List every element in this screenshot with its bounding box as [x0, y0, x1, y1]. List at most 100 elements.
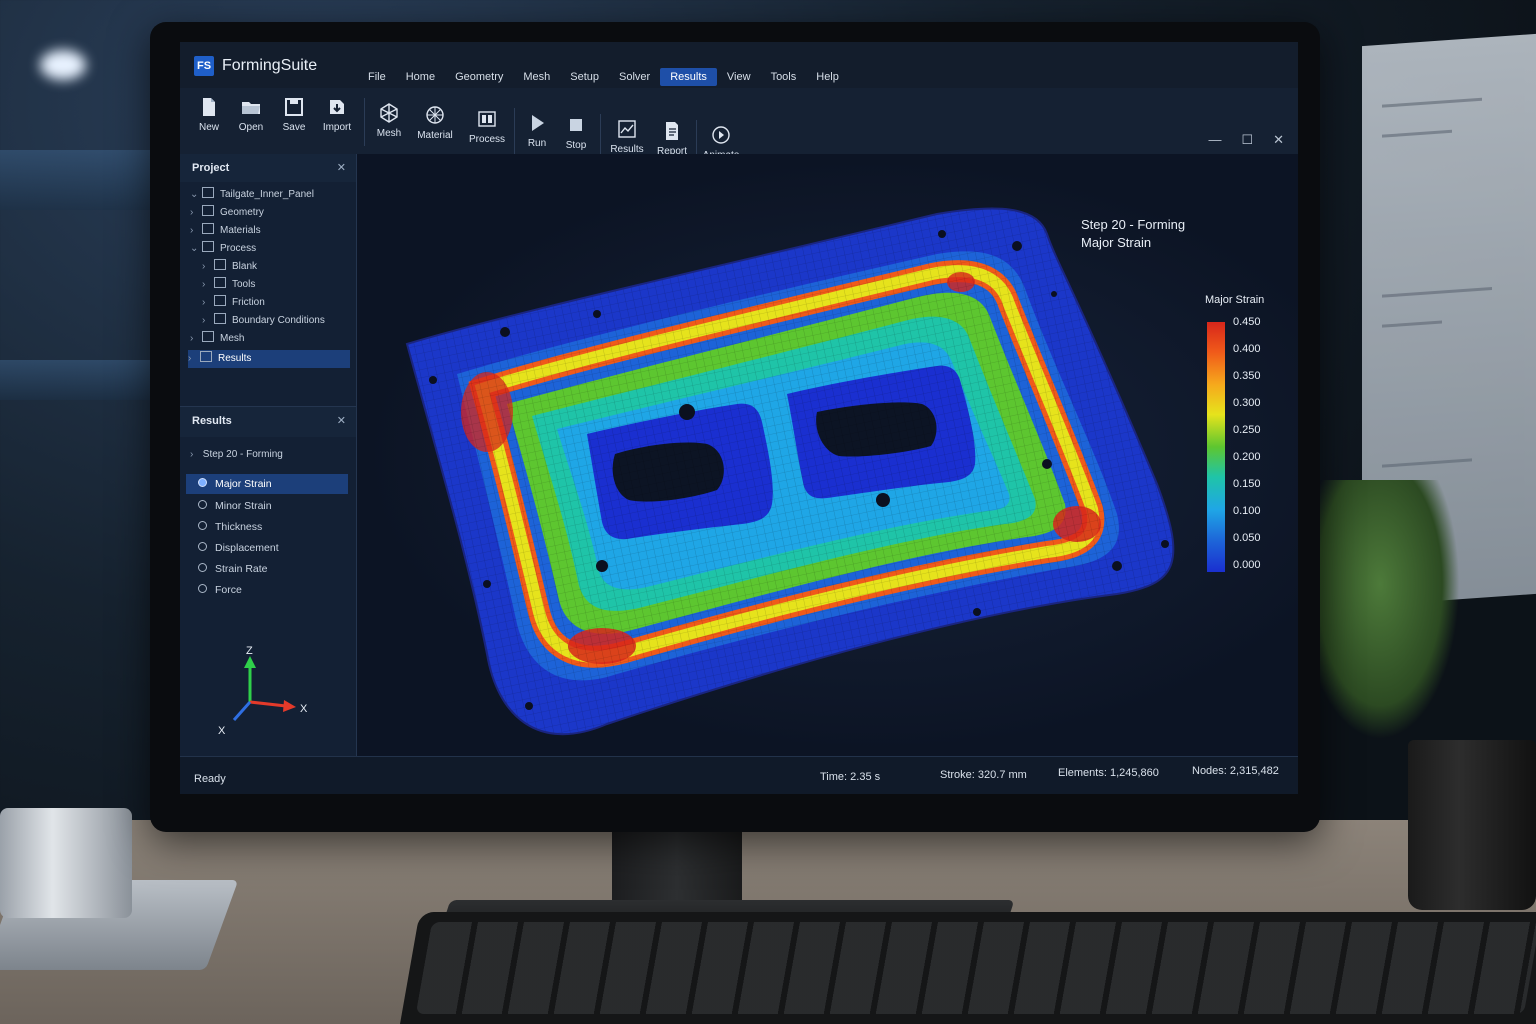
- overlay-result: Major Strain: [1081, 235, 1152, 250]
- legend-value: 0.300: [1233, 397, 1261, 409]
- app-name: FormingSuite: [222, 57, 318, 74]
- result-label: Force: [215, 584, 242, 596]
- tree-label: Friction: [232, 297, 265, 308]
- menu-view[interactable]: View: [717, 68, 761, 86]
- chevron-right-icon: ›: [202, 261, 206, 272]
- menu-file[interactable]: File: [358, 68, 396, 86]
- folder-open-icon: [242, 102, 260, 114]
- results-step-item[interactable]: › Step 20 - Forming: [190, 446, 283, 464]
- metal-cylinder: [0, 808, 132, 918]
- material-icon: [426, 106, 444, 124]
- radio-icon: [198, 521, 207, 530]
- tree-item-blank[interactable]: › Blank: [202, 258, 257, 276]
- tree-item-process[interactable]: ⌄ Process: [190, 240, 256, 258]
- tree-item-tailgate[interactable]: ⌄ Tailgate_Inner_Panel: [190, 186, 314, 204]
- close-icon[interactable]: ✕: [1273, 132, 1284, 148]
- legend-value: 0.200: [1233, 451, 1261, 463]
- keyboard: [400, 912, 1536, 1024]
- result-thickness[interactable]: Thickness: [186, 517, 348, 537]
- status-stroke: Stroke: 320.7 mm: [940, 769, 1027, 781]
- radio-icon: [198, 500, 207, 509]
- material-button[interactable]: Material: [410, 104, 460, 141]
- app-logo: FS: [194, 56, 214, 76]
- results-chart-icon: [618, 120, 636, 138]
- legend-value: 0.250: [1233, 424, 1261, 436]
- tree-item-materials[interactable]: › Materials: [190, 222, 261, 240]
- menu-setup[interactable]: Setup: [560, 68, 609, 86]
- tree-item-geometry[interactable]: › Geometry: [190, 204, 264, 222]
- radio-icon: [198, 584, 207, 593]
- menu-bar: File Home Geometry Mesh Setup Solver Res…: [358, 68, 849, 86]
- axis-triad: Z X X: [218, 645, 308, 737]
- radio-selected-icon: [198, 478, 207, 487]
- close-icon[interactable]: ✕: [337, 414, 346, 427]
- save-label: Save: [282, 122, 306, 133]
- legend-value: 0.450: [1233, 316, 1261, 328]
- chevron-right-icon: ›: [190, 449, 194, 460]
- tree-item-mesh[interactable]: › Mesh: [190, 330, 244, 348]
- viewport-overlay-title: Step 20 - Forming Major Strain: [1081, 216, 1185, 252]
- tree-item-tools[interactable]: › Tools: [202, 276, 255, 294]
- 3d-viewport[interactable]: Step 20 - Forming Major Strain Major Str…: [357, 154, 1298, 756]
- chevron-right-icon: ›: [190, 225, 194, 236]
- menu-results[interactable]: Results: [660, 68, 717, 86]
- geometry-icon: [202, 205, 214, 216]
- project-panel-header: Project ✕: [180, 154, 356, 182]
- status-elements: Elements: 1,245,860: [1058, 767, 1159, 779]
- tools-icon: [214, 277, 226, 288]
- result-displacement[interactable]: Displacement: [186, 538, 348, 558]
- result-label: Thickness: [215, 521, 263, 533]
- tree-item-results[interactable]: › Results: [188, 350, 350, 368]
- save-icon: [285, 98, 303, 116]
- menu-help[interactable]: Help: [806, 68, 849, 86]
- results-panel-header: Results ✕: [180, 406, 356, 437]
- result-major-strain[interactable]: Major Strain: [186, 474, 348, 494]
- menu-tools[interactable]: Tools: [761, 68, 807, 86]
- mesh-icon: [202, 331, 214, 342]
- process-icon: [478, 111, 496, 127]
- x-axis-label-2: X: [218, 725, 226, 737]
- status-time: Time: 2.35 s: [820, 771, 881, 783]
- mesh-icon: [380, 103, 398, 123]
- import-button[interactable]: Import: [312, 96, 362, 133]
- open-label: Open: [238, 122, 264, 133]
- chevron-down-icon: ⌄: [190, 243, 199, 254]
- results-icon: [200, 351, 212, 362]
- stop-icon: [570, 119, 582, 131]
- report-button[interactable]: Report: [647, 120, 697, 157]
- close-icon[interactable]: ✕: [337, 161, 346, 174]
- overlay-step: Step 20 - Forming: [1081, 217, 1186, 232]
- menu-home[interactable]: Home: [396, 68, 445, 86]
- background-window: [0, 150, 150, 210]
- tree-item-friction[interactable]: › Friction: [202, 294, 265, 312]
- result-label: Minor Strain: [215, 500, 272, 512]
- window-controls: — ☐ ✕: [1208, 132, 1284, 148]
- menu-solver[interactable]: Solver: [609, 68, 660, 86]
- result-minor-strain[interactable]: Minor Strain: [186, 496, 348, 516]
- tree-label: Tools: [232, 279, 256, 290]
- potted-plant: [1300, 480, 1460, 740]
- mesh-button[interactable]: Mesh: [364, 102, 414, 139]
- run-label: Run: [527, 138, 547, 149]
- maximize-icon[interactable]: ☐: [1241, 132, 1253, 148]
- materials-icon: [202, 223, 214, 234]
- result-label: Displacement: [215, 542, 279, 554]
- chevron-right-icon: ›: [190, 207, 194, 218]
- menu-geometry[interactable]: Geometry: [445, 68, 513, 86]
- animate-icon: [712, 126, 730, 144]
- result-strain-rate[interactable]: Strain Rate: [186, 559, 348, 579]
- background-window: [0, 360, 150, 400]
- menu-mesh[interactable]: Mesh: [513, 68, 560, 86]
- legend-value: 0.400: [1233, 343, 1261, 355]
- result-label: Major Strain: [215, 478, 272, 490]
- legend-title: Major Strain: [1205, 294, 1265, 306]
- minimize-icon[interactable]: —: [1208, 132, 1221, 148]
- result-force[interactable]: Force: [186, 580, 348, 600]
- results-button[interactable]: Results: [602, 118, 652, 155]
- tree-item-boundary-conditions[interactable]: › Boundary Conditions: [202, 312, 325, 330]
- tree-label: Results: [218, 353, 252, 364]
- stop-button[interactable]: Stop: [551, 114, 601, 151]
- chevron-right-icon: ›: [188, 353, 192, 364]
- process-button[interactable]: Process: [462, 108, 512, 145]
- status-ready: Ready: [194, 773, 226, 785]
